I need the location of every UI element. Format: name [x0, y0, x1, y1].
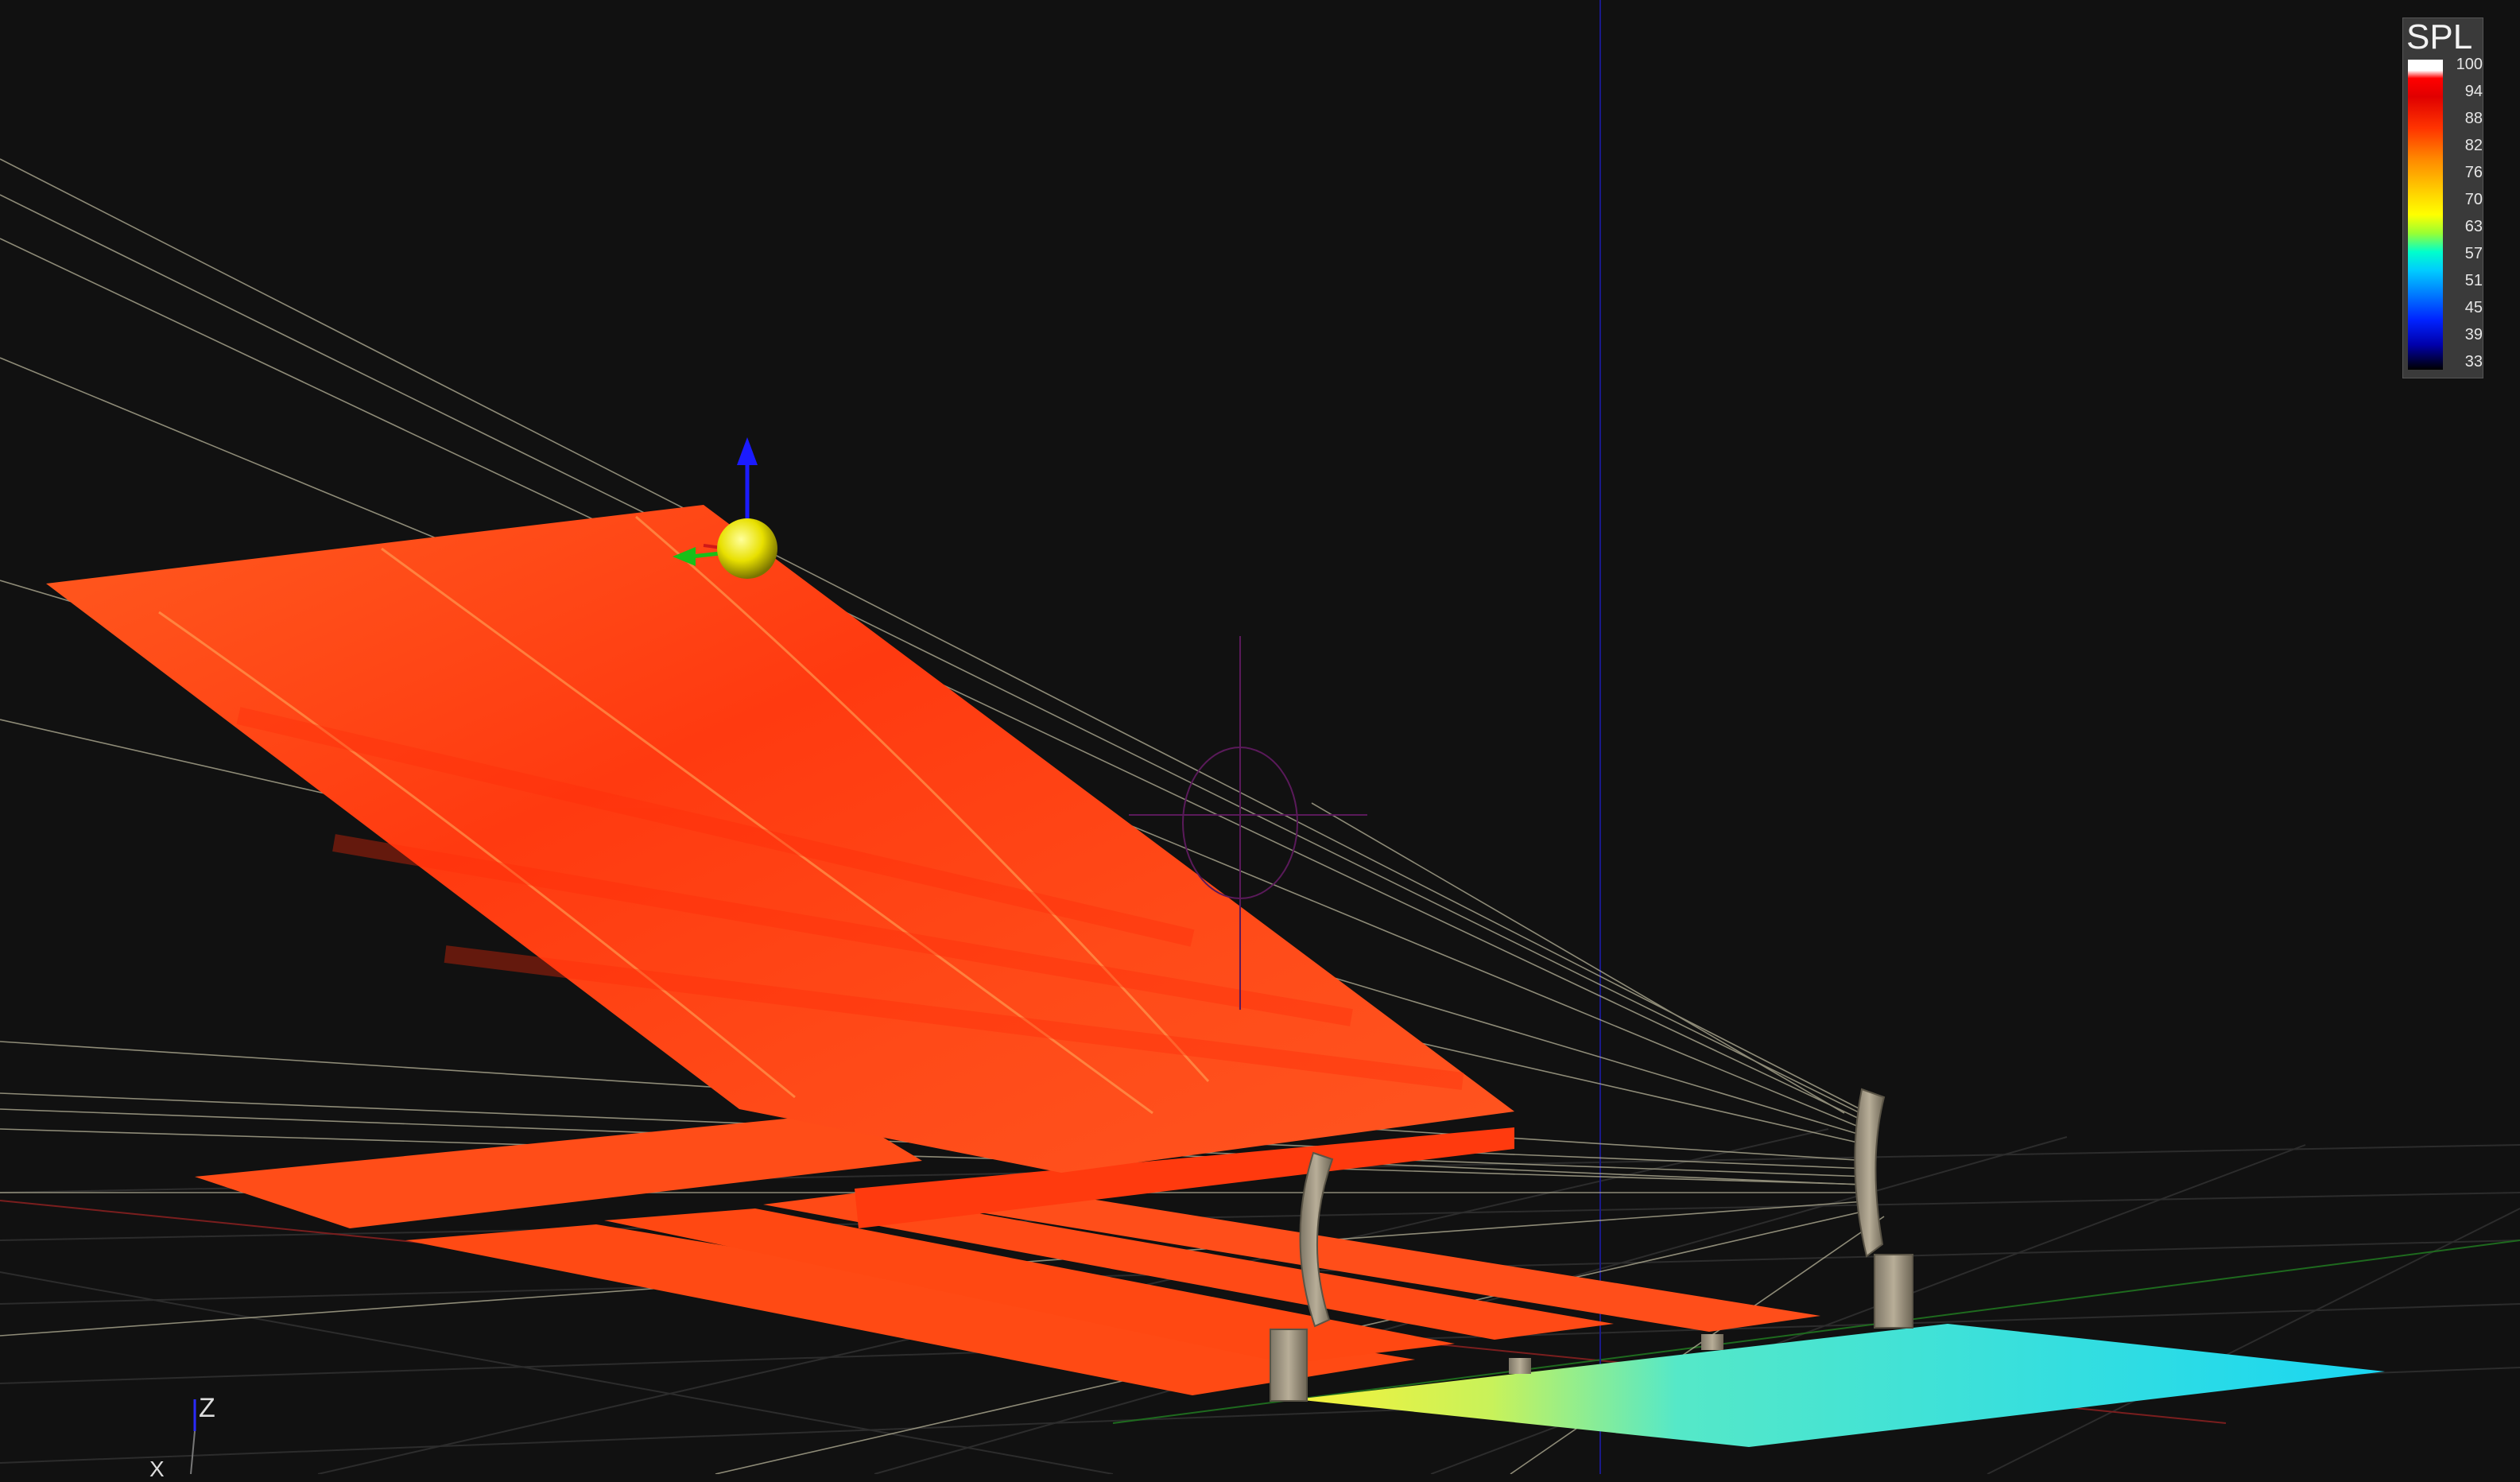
legend-title: SPL — [2406, 17, 2473, 56]
gizmo-z-arrow-head[interactable] — [737, 437, 758, 465]
source-sphere[interactable] — [717, 518, 777, 579]
legend-tick-70: 70 — [2464, 191, 2483, 208]
legend-color-scale — [2408, 60, 2443, 370]
line-array-right[interactable] — [1854, 1088, 1886, 1258]
axis-triad — [190, 1399, 196, 1475]
legend-tick-94: 94 — [2464, 83, 2483, 100]
legend-tick-100: 100 — [2456, 56, 2483, 73]
axis-label-z: Z — [199, 1393, 215, 1423]
subwoofer-stack-left[interactable] — [1270, 1329, 1308, 1402]
legend-tick-51: 51 — [2464, 272, 2483, 289]
front-fill-speaker-2[interactable] — [1701, 1334, 1723, 1350]
scene-canvas[interactable] — [0, 0, 2520, 1475]
3d-viewport[interactable]: Z X — [0, 0, 2520, 1481]
legend-tick-63: 63 — [2464, 218, 2483, 235]
spl-color-legend: SPL 100 94 88 82 76 70 63 57 51 45 39 33 — [2402, 17, 2483, 378]
legend-tick-88: 88 — [2464, 110, 2483, 127]
legend-tick-82: 82 — [2464, 137, 2483, 154]
legend-tick-39: 39 — [2464, 326, 2483, 343]
mapping-plane-floor[interactable] — [1296, 1324, 2385, 1447]
legend-tick-57: 57 — [2464, 245, 2483, 262]
legend-tick-76: 76 — [2464, 164, 2483, 181]
axis-label-x: X — [149, 1457, 165, 1481]
legend-tick-45: 45 — [2464, 299, 2483, 316]
subwoofer-stack-right[interactable] — [1874, 1254, 1913, 1329]
front-fill-speaker-1[interactable] — [1509, 1358, 1531, 1374]
legend-tick-33: 33 — [2464, 353, 2483, 370]
